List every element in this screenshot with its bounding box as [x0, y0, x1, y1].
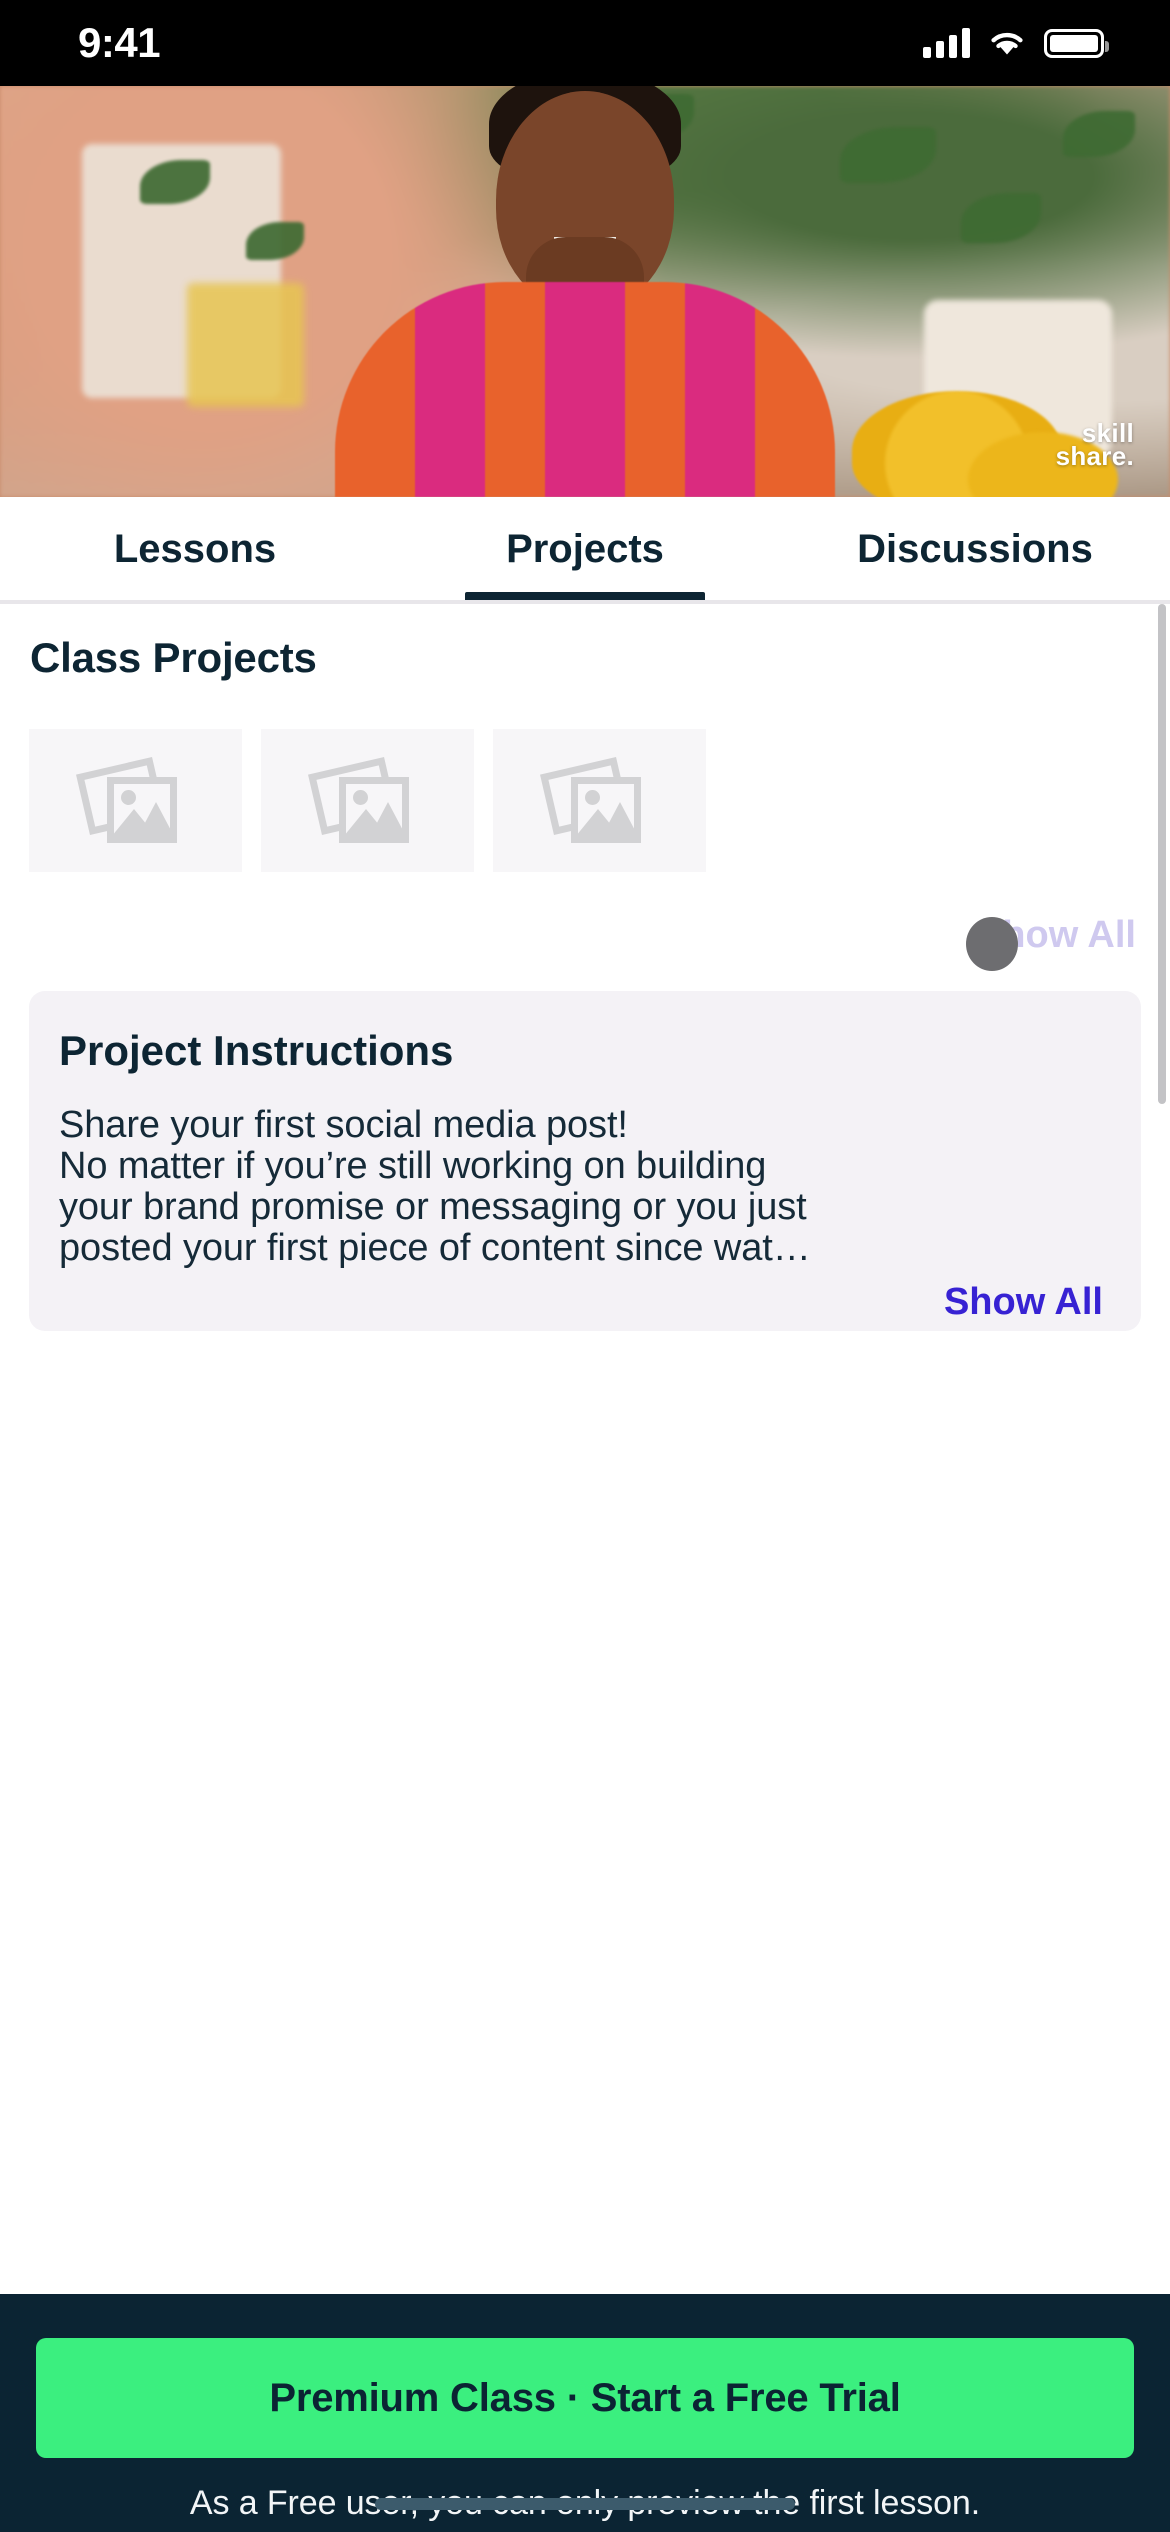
tab-discussions[interactable]: Discussions [780, 497, 1170, 602]
project-instructions-card: Project Instructions Share your first so… [29, 991, 1141, 1331]
instructions-line-1: Share your first social media post! [59, 1104, 628, 1146]
cellular-bars-icon [923, 28, 970, 58]
app-screen: 9:41 skill share. Lessons Projects Discu… [0, 0, 1170, 2532]
instructor-figure [315, 86, 855, 497]
project-thumbnail[interactable] [29, 729, 242, 872]
project-thumbnail-row [29, 729, 706, 872]
class-video-player[interactable]: skill share. [0, 86, 1170, 497]
project-thumbnail[interactable] [261, 729, 474, 872]
image-placeholder-icon [539, 755, 656, 847]
projects-content-scroll[interactable]: Class Projects Show All Project Instruct… [0, 604, 1170, 2294]
battery-icon [1044, 28, 1109, 58]
project-thumbnail[interactable] [493, 729, 706, 872]
instructions-show-all-button[interactable]: Show All [944, 1281, 1103, 1324]
status-icons-group [923, 28, 1109, 58]
background-plant-pot-left [187, 283, 305, 407]
tab-lessons-label: Lessons [113, 527, 277, 571]
scrollbar-track[interactable] [1158, 604, 1166, 2294]
loading-spinner [966, 917, 1018, 971]
instructions-line-4: posted your first piece of content since… [59, 1227, 811, 1270]
bottom-cta-bar: Premium Class · Start a Free Trial As a … [0, 2294, 1170, 2532]
project-instructions-title: Project Instructions [59, 1027, 454, 1074]
tab-lessons[interactable]: Lessons [0, 497, 390, 602]
page-title: Class Projects [30, 634, 317, 681]
instructions-line-2: No matter if you’re still working on bui… [59, 1145, 767, 1188]
tab-projects[interactable]: Projects [390, 497, 780, 602]
start-free-trial-button[interactable]: Premium Class · Start a Free Trial [36, 2338, 1134, 2458]
project-instructions-body: Share your first social media post! No m… [59, 1104, 1109, 1270]
instructions-line-3: your brand promise or messaging or you j… [59, 1186, 807, 1229]
tab-discussions-label: Discussions [857, 527, 1093, 571]
home-indicator[interactable] [375, 2498, 795, 2510]
status-bar: 9:41 [0, 0, 1170, 86]
image-placeholder-icon [75, 755, 192, 847]
watermark-line-2: share. [1055, 440, 1134, 471]
image-placeholder-icon [307, 755, 424, 847]
skillshare-watermark: skill share. [1056, 420, 1134, 468]
wifi-icon [988, 29, 1026, 57]
instructor-striped-top [335, 282, 835, 497]
tab-projects-label: Projects [506, 527, 664, 571]
content-tab-bar: Lessons Projects Discussions [0, 497, 1170, 602]
status-time: 9:41 [78, 19, 161, 66]
scrollbar-thumb[interactable] [1158, 604, 1166, 1104]
